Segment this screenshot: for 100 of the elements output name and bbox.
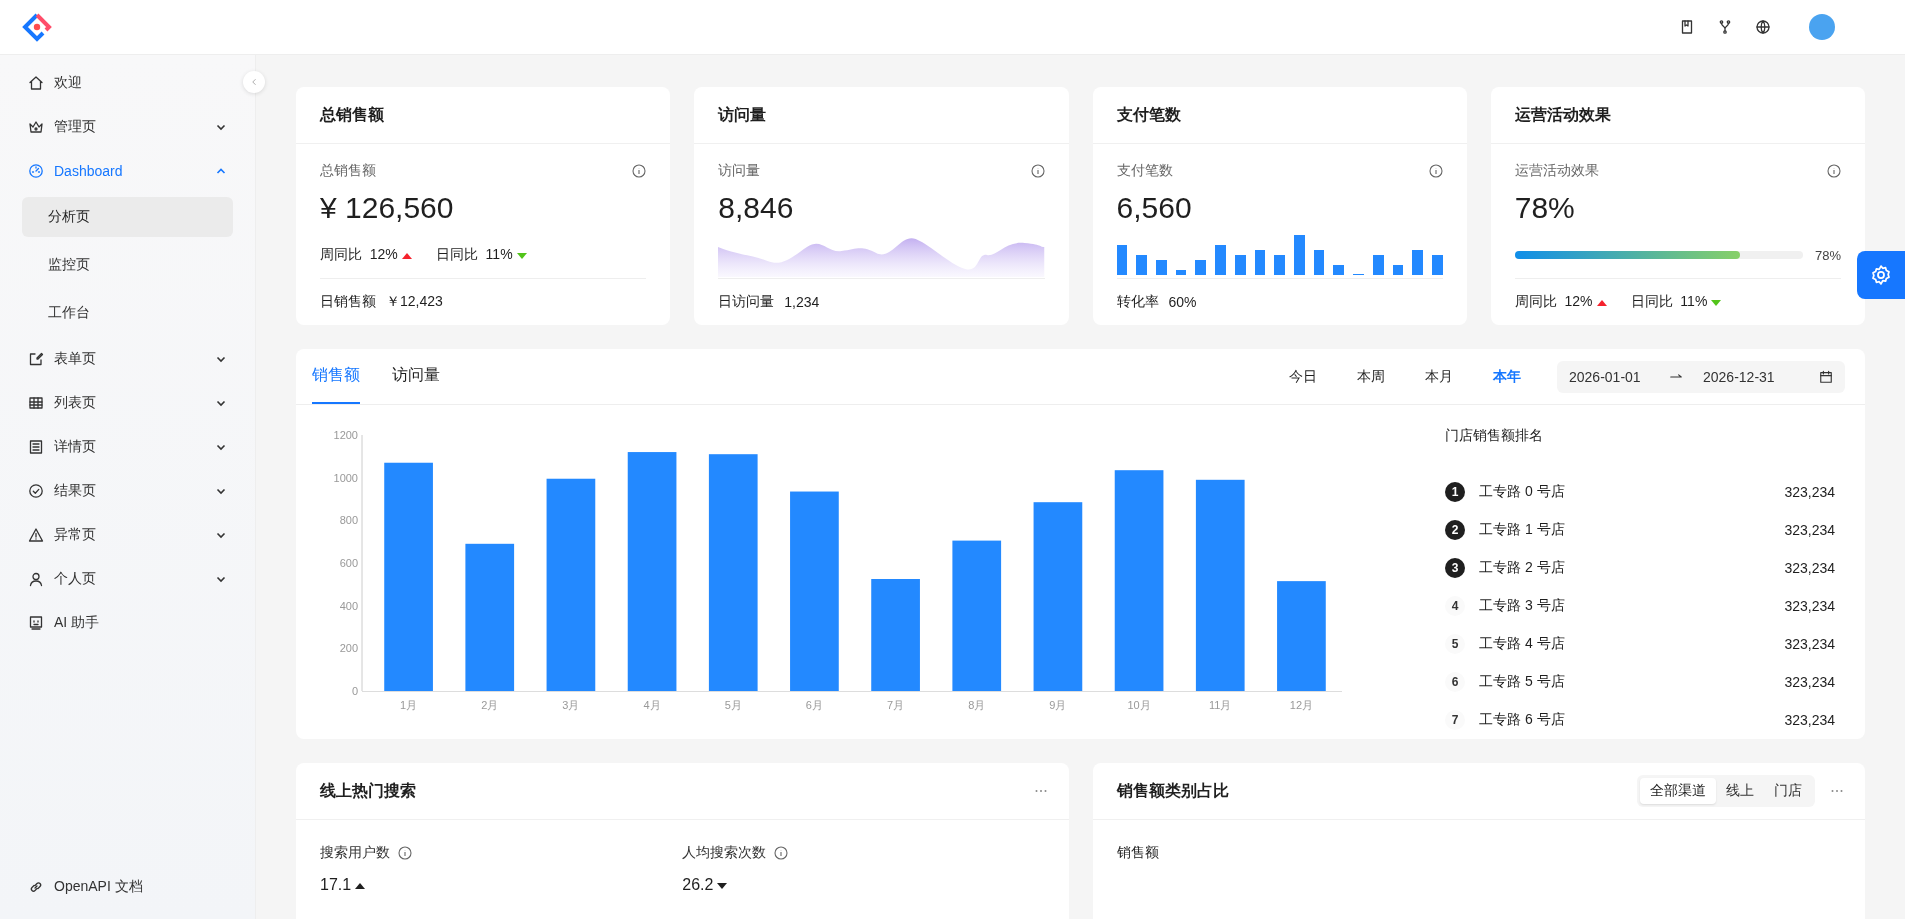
segment-option[interactable]: 门店 bbox=[1764, 778, 1812, 804]
card-title: 总销售额 bbox=[296, 87, 671, 144]
menu-item[interactable]: 管理页 bbox=[22, 107, 233, 147]
submenu-item[interactable]: 监控页 bbox=[22, 245, 233, 285]
calendar-icon bbox=[1819, 369, 1833, 384]
footer-label: 转化率 bbox=[1116, 293, 1159, 311]
card-title: 访问量 bbox=[694, 87, 1069, 144]
trend-text: 日同比 11% bbox=[1630, 293, 1708, 311]
store-sales: 323,234 bbox=[1784, 636, 1835, 652]
card-title: 销售额类别占比 bbox=[1116, 780, 1229, 801]
x-tick-label: 10月 bbox=[1127, 699, 1151, 711]
x-tick-label: 6月 bbox=[805, 699, 823, 711]
store-name: 工专路 1 号店 bbox=[1479, 521, 1565, 539]
store-name: 工专路 6 号店 bbox=[1479, 711, 1565, 729]
menu-item[interactable]: 异常页 bbox=[22, 515, 233, 555]
document-icon[interactable] bbox=[1679, 19, 1695, 35]
y-tick-label: 1000 bbox=[333, 471, 358, 484]
menu-item[interactable]: 表单页 bbox=[22, 339, 233, 379]
trend-text: 日同比 11% bbox=[435, 246, 513, 264]
y-tick-label: 600 bbox=[339, 557, 358, 569]
tab[interactable]: 访问量 bbox=[392, 349, 440, 404]
store-sales: 323,234 bbox=[1784, 598, 1835, 614]
settings-button[interactable] bbox=[1857, 251, 1905, 299]
range-link[interactable]: 本周 bbox=[1357, 367, 1385, 386]
menu-item[interactable]: 列表页 bbox=[22, 383, 233, 423]
info-icon bbox=[398, 846, 412, 860]
rank-badge: 7 bbox=[1445, 710, 1465, 730]
x-tick-label: 5月 bbox=[724, 699, 742, 711]
gauge-icon bbox=[28, 163, 44, 179]
footer-label: 日访问量 bbox=[718, 293, 775, 311]
submenu-item[interactable]: 工作台 bbox=[22, 293, 233, 333]
mini-bar bbox=[1313, 249, 1325, 275]
metric-value: 17.1 bbox=[320, 876, 352, 894]
menu-item[interactable]: Dashboard bbox=[22, 151, 233, 191]
store-sales: 323,234 bbox=[1784, 560, 1835, 576]
mini-bar bbox=[1175, 269, 1187, 275]
store-name: 工专路 5 号店 bbox=[1479, 673, 1565, 691]
rank-badge: 6 bbox=[1445, 672, 1465, 692]
mini-bar bbox=[1392, 265, 1404, 275]
info-icon bbox=[1030, 164, 1045, 178]
y-tick-label: 1200 bbox=[333, 429, 358, 441]
document-icon bbox=[28, 439, 44, 455]
settings-icon bbox=[1870, 264, 1892, 286]
openapi-link[interactable]: OpenAPI 文档 bbox=[22, 867, 233, 907]
range-link[interactable]: 本月 bbox=[1425, 367, 1453, 386]
footer-label: 日销售额 bbox=[320, 293, 376, 311]
edit-icon bbox=[28, 351, 44, 367]
metric-value: 8,846 bbox=[718, 190, 795, 226]
submenu-item[interactable]: 分析页 bbox=[22, 197, 233, 237]
x-tick-label: 2月 bbox=[481, 699, 499, 711]
card-title: 线上热门搜索 bbox=[320, 780, 416, 801]
avatar[interactable] bbox=[1809, 14, 1835, 40]
metric-value: ¥ 126,560 bbox=[320, 190, 455, 226]
x-tick-label: 1月 bbox=[400, 699, 418, 711]
menu-item[interactable]: 个人页 bbox=[22, 559, 233, 599]
menu-item[interactable]: 欢迎 bbox=[22, 63, 233, 103]
fork-icon[interactable] bbox=[1717, 19, 1733, 35]
menu-item[interactable]: 结果页 bbox=[22, 471, 233, 511]
mini-bar bbox=[1136, 255, 1147, 275]
date-range-picker[interactable]: 2026-01-01 2026-12-31 bbox=[1557, 360, 1845, 393]
metric-label: 运营活动效果 bbox=[1514, 162, 1599, 180]
y-tick-label: 200 bbox=[339, 642, 358, 655]
rank-badge: 1 bbox=[1445, 482, 1465, 502]
segment-option[interactable]: 线上 bbox=[1716, 778, 1764, 804]
range-link[interactable]: 本年 bbox=[1493, 367, 1521, 386]
x-tick-label: 7月 bbox=[887, 699, 905, 711]
x-tick-label: 11月 bbox=[1209, 699, 1232, 711]
store-name: 工专路 4 号店 bbox=[1479, 635, 1565, 653]
range-link[interactable]: 今日 bbox=[1289, 367, 1317, 386]
mini-bar bbox=[1432, 255, 1443, 275]
footer-value: ￥12,423 bbox=[386, 293, 443, 311]
metric-label: 人均搜索次数 bbox=[682, 844, 767, 862]
rank-badge: 2 bbox=[1445, 520, 1465, 540]
footer-value: 60% bbox=[1168, 294, 1197, 310]
store-name: 工专路 3 号店 bbox=[1479, 597, 1565, 615]
footer-value: 1,234 bbox=[784, 294, 820, 310]
x-tick-label: 9月 bbox=[1049, 699, 1067, 711]
menu-item[interactable]: 详情页 bbox=[22, 427, 233, 467]
mini-bar bbox=[1116, 245, 1128, 275]
trend-text: 周同比 12% bbox=[1514, 293, 1593, 311]
progress-reading: 78% bbox=[1814, 247, 1841, 263]
globe-icon[interactable] bbox=[1755, 19, 1771, 35]
tab[interactable]: 销售额 bbox=[312, 349, 360, 404]
metric-value: 6,560 bbox=[1116, 190, 1193, 226]
store-name: 工专路 2 号店 bbox=[1479, 559, 1565, 577]
x-tick-label: 3月 bbox=[562, 699, 580, 711]
home-icon bbox=[28, 75, 44, 91]
menu-item[interactable]: AI 助手 bbox=[22, 603, 233, 643]
store-sales: 323,234 bbox=[1784, 712, 1835, 728]
card-title: 运营活动效果 bbox=[1490, 87, 1865, 144]
crown-icon bbox=[28, 119, 44, 135]
card-title: 支付笔数 bbox=[1092, 87, 1467, 144]
info-icon bbox=[774, 846, 789, 860]
check-circle-icon bbox=[28, 483, 44, 499]
mini-bar bbox=[1372, 255, 1384, 275]
y-tick-label: 0 bbox=[351, 685, 358, 697]
user-icon bbox=[28, 571, 44, 587]
x-tick-label: 4月 bbox=[643, 699, 661, 711]
segment-option[interactable]: 全部渠道 bbox=[1640, 778, 1716, 804]
logo-icon[interactable] bbox=[22, 12, 52, 42]
